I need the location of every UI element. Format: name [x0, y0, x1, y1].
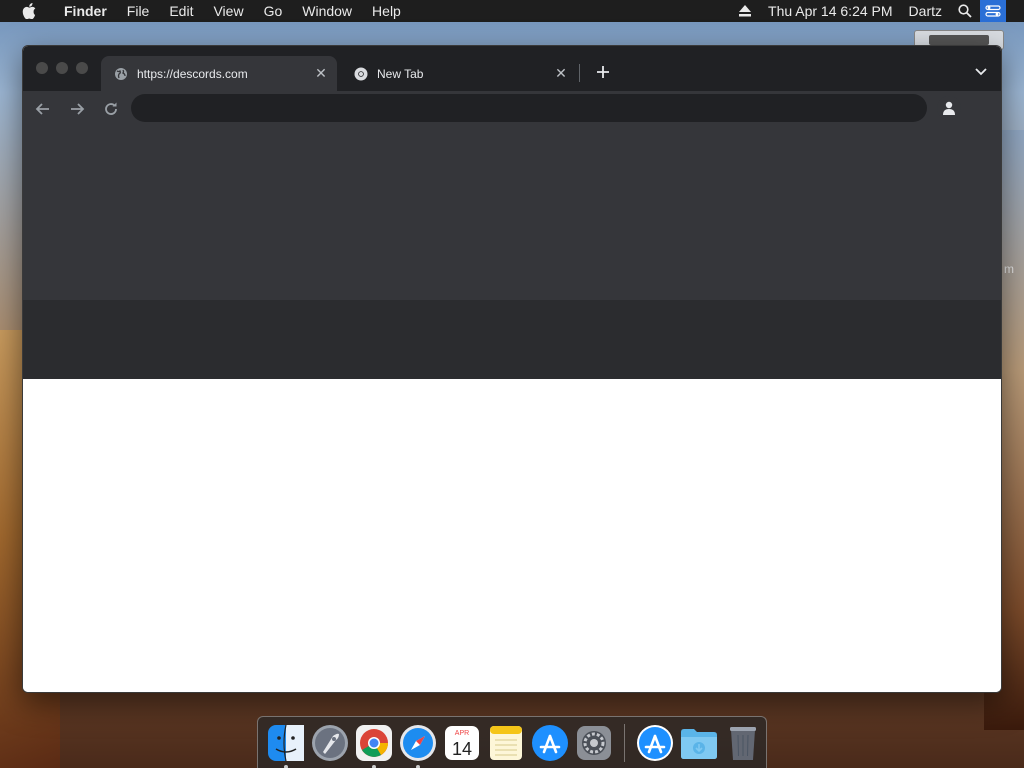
back-arrow-icon[interactable] [29, 95, 57, 123]
tab-strip: https://descords.com ✕ New Tab ✕ [23, 46, 1001, 91]
menu-view[interactable]: View [203, 0, 253, 22]
close-tab-icon[interactable]: ✕ [313, 65, 329, 82]
reload-icon[interactable] [97, 95, 125, 123]
page-content-blank [23, 379, 1001, 692]
eject-icon[interactable] [734, 0, 756, 22]
control-center-icon[interactable] [980, 0, 1006, 22]
address-bar[interactable] [131, 94, 927, 122]
globe-icon [113, 66, 129, 82]
calendar-month: APR [455, 730, 469, 737]
chrome-icon[interactable] [354, 723, 394, 768]
dock: APR 14 [257, 716, 767, 768]
browser-toolbar [23, 91, 1001, 127]
menu-extras: Thu Apr 14 6:24 PM Dartz [730, 0, 1024, 22]
tab-new-tab[interactable]: New Tab ✕ [341, 56, 577, 91]
window-controls [36, 62, 88, 74]
menu-go[interactable]: Go [254, 0, 293, 22]
downloads-folder-icon[interactable] [679, 723, 719, 763]
menu-clock[interactable]: Thu Apr 14 6:24 PM [760, 0, 901, 22]
tab-descords[interactable]: https://descords.com ✕ [101, 56, 337, 91]
dock-separator [624, 724, 625, 762]
launchpad-icon[interactable] [310, 723, 350, 763]
tab-separator [579, 64, 580, 82]
close-tab-icon[interactable]: ✕ [553, 65, 569, 82]
chrome-window: https://descords.com ✕ New Tab ✕ [22, 45, 1002, 693]
page-content-dark [23, 127, 1001, 300]
tab-title: New Tab [377, 66, 424, 81]
menu-user-name[interactable]: Dartz [901, 0, 950, 22]
trash-icon[interactable] [723, 723, 763, 763]
calendar-icon[interactable]: APR 14 [442, 723, 482, 763]
menu-app-name[interactable]: Finder [54, 0, 117, 22]
tab-title: https://descords.com [137, 66, 248, 81]
menu-bar: Finder File Edit View Go Window Help Thu… [0, 0, 1024, 22]
apple-menu-icon[interactable] [20, 2, 38, 20]
desktop-item-label: m [1004, 262, 1014, 276]
menu-help[interactable]: Help [362, 0, 411, 22]
menu-file[interactable]: File [117, 0, 160, 22]
safari-icon[interactable] [398, 723, 438, 768]
finder-icon[interactable] [266, 723, 306, 768]
app-store-icon[interactable] [530, 723, 570, 763]
spotlight-search-icon[interactable] [954, 0, 976, 22]
chrome-icon [353, 66, 369, 82]
page-content-band [23, 300, 1001, 379]
tab-search-chevron-icon[interactable] [969, 60, 993, 84]
calendar-day: 14 [452, 739, 472, 759]
forward-arrow-icon[interactable] [63, 95, 91, 123]
menu-window[interactable]: Window [292, 0, 362, 22]
profile-avatar-icon[interactable] [937, 96, 961, 120]
menu-edit[interactable]: Edit [159, 0, 203, 22]
notes-icon[interactable] [486, 723, 526, 763]
system-preferences-icon[interactable] [574, 723, 614, 763]
app-store-icon[interactable] [635, 723, 675, 763]
zoom-window-button[interactable] [76, 62, 88, 74]
close-window-button[interactable] [36, 62, 48, 74]
new-tab-button[interactable] [591, 60, 615, 84]
drive-icon-detail [929, 35, 989, 45]
minimize-window-button[interactable] [56, 62, 68, 74]
